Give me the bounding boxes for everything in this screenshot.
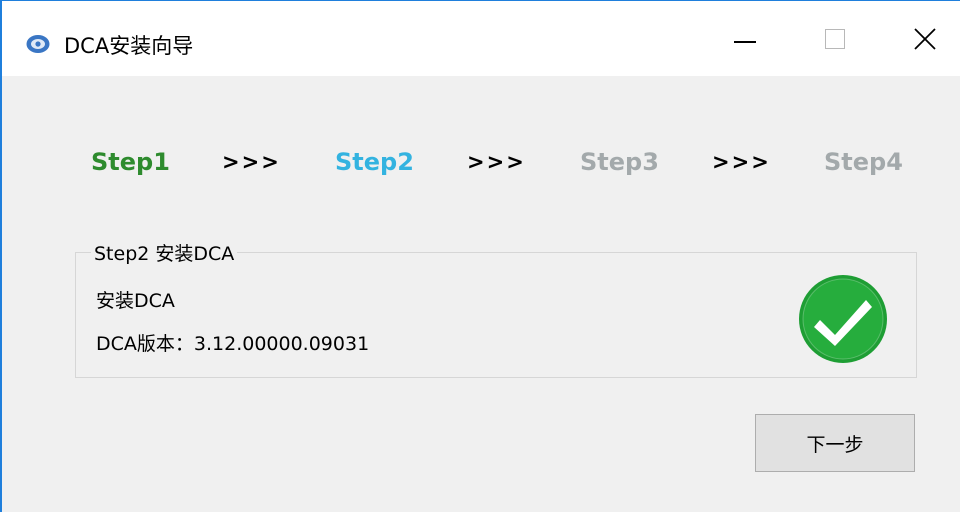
- window-title: DCA安装向导: [64, 34, 194, 58]
- next-button[interactable]: 下一步: [755, 414, 915, 472]
- version-text: DCA版本：3.12.00000.09031: [96, 333, 370, 355]
- title-bar[interactable]: DCA安装向导: [2, 1, 960, 76]
- step-indicator: Step1 >>> Step2 >>> Step3 >>> Step4: [2, 148, 960, 182]
- minimize-button[interactable]: [700, 1, 790, 76]
- check-circle-icon: [799, 275, 887, 363]
- step-3-label: Step3: [580, 148, 659, 176]
- step-separator: >>>: [712, 150, 771, 174]
- maximize-button[interactable]: [790, 1, 880, 76]
- install-status-text: 安装DCA: [96, 290, 175, 312]
- step-2-label: Step2: [335, 148, 414, 176]
- maximize-icon: [825, 28, 845, 49]
- minimize-icon: [734, 40, 756, 43]
- close-button[interactable]: [880, 1, 962, 76]
- app-logo-icon: [26, 35, 50, 53]
- install-groupbox: [75, 252, 917, 378]
- groupbox-title: Step2 安装DCA: [91, 239, 238, 266]
- step-separator: >>>: [467, 150, 526, 174]
- step-separator: >>>: [222, 150, 281, 174]
- step-1-label: Step1: [91, 148, 170, 176]
- installer-window: DCA安装向导 Step1 >>> Step2 >>> Step3 >>> St…: [0, 0, 960, 512]
- step-4-label: Step4: [824, 148, 903, 176]
- close-icon: [914, 27, 936, 50]
